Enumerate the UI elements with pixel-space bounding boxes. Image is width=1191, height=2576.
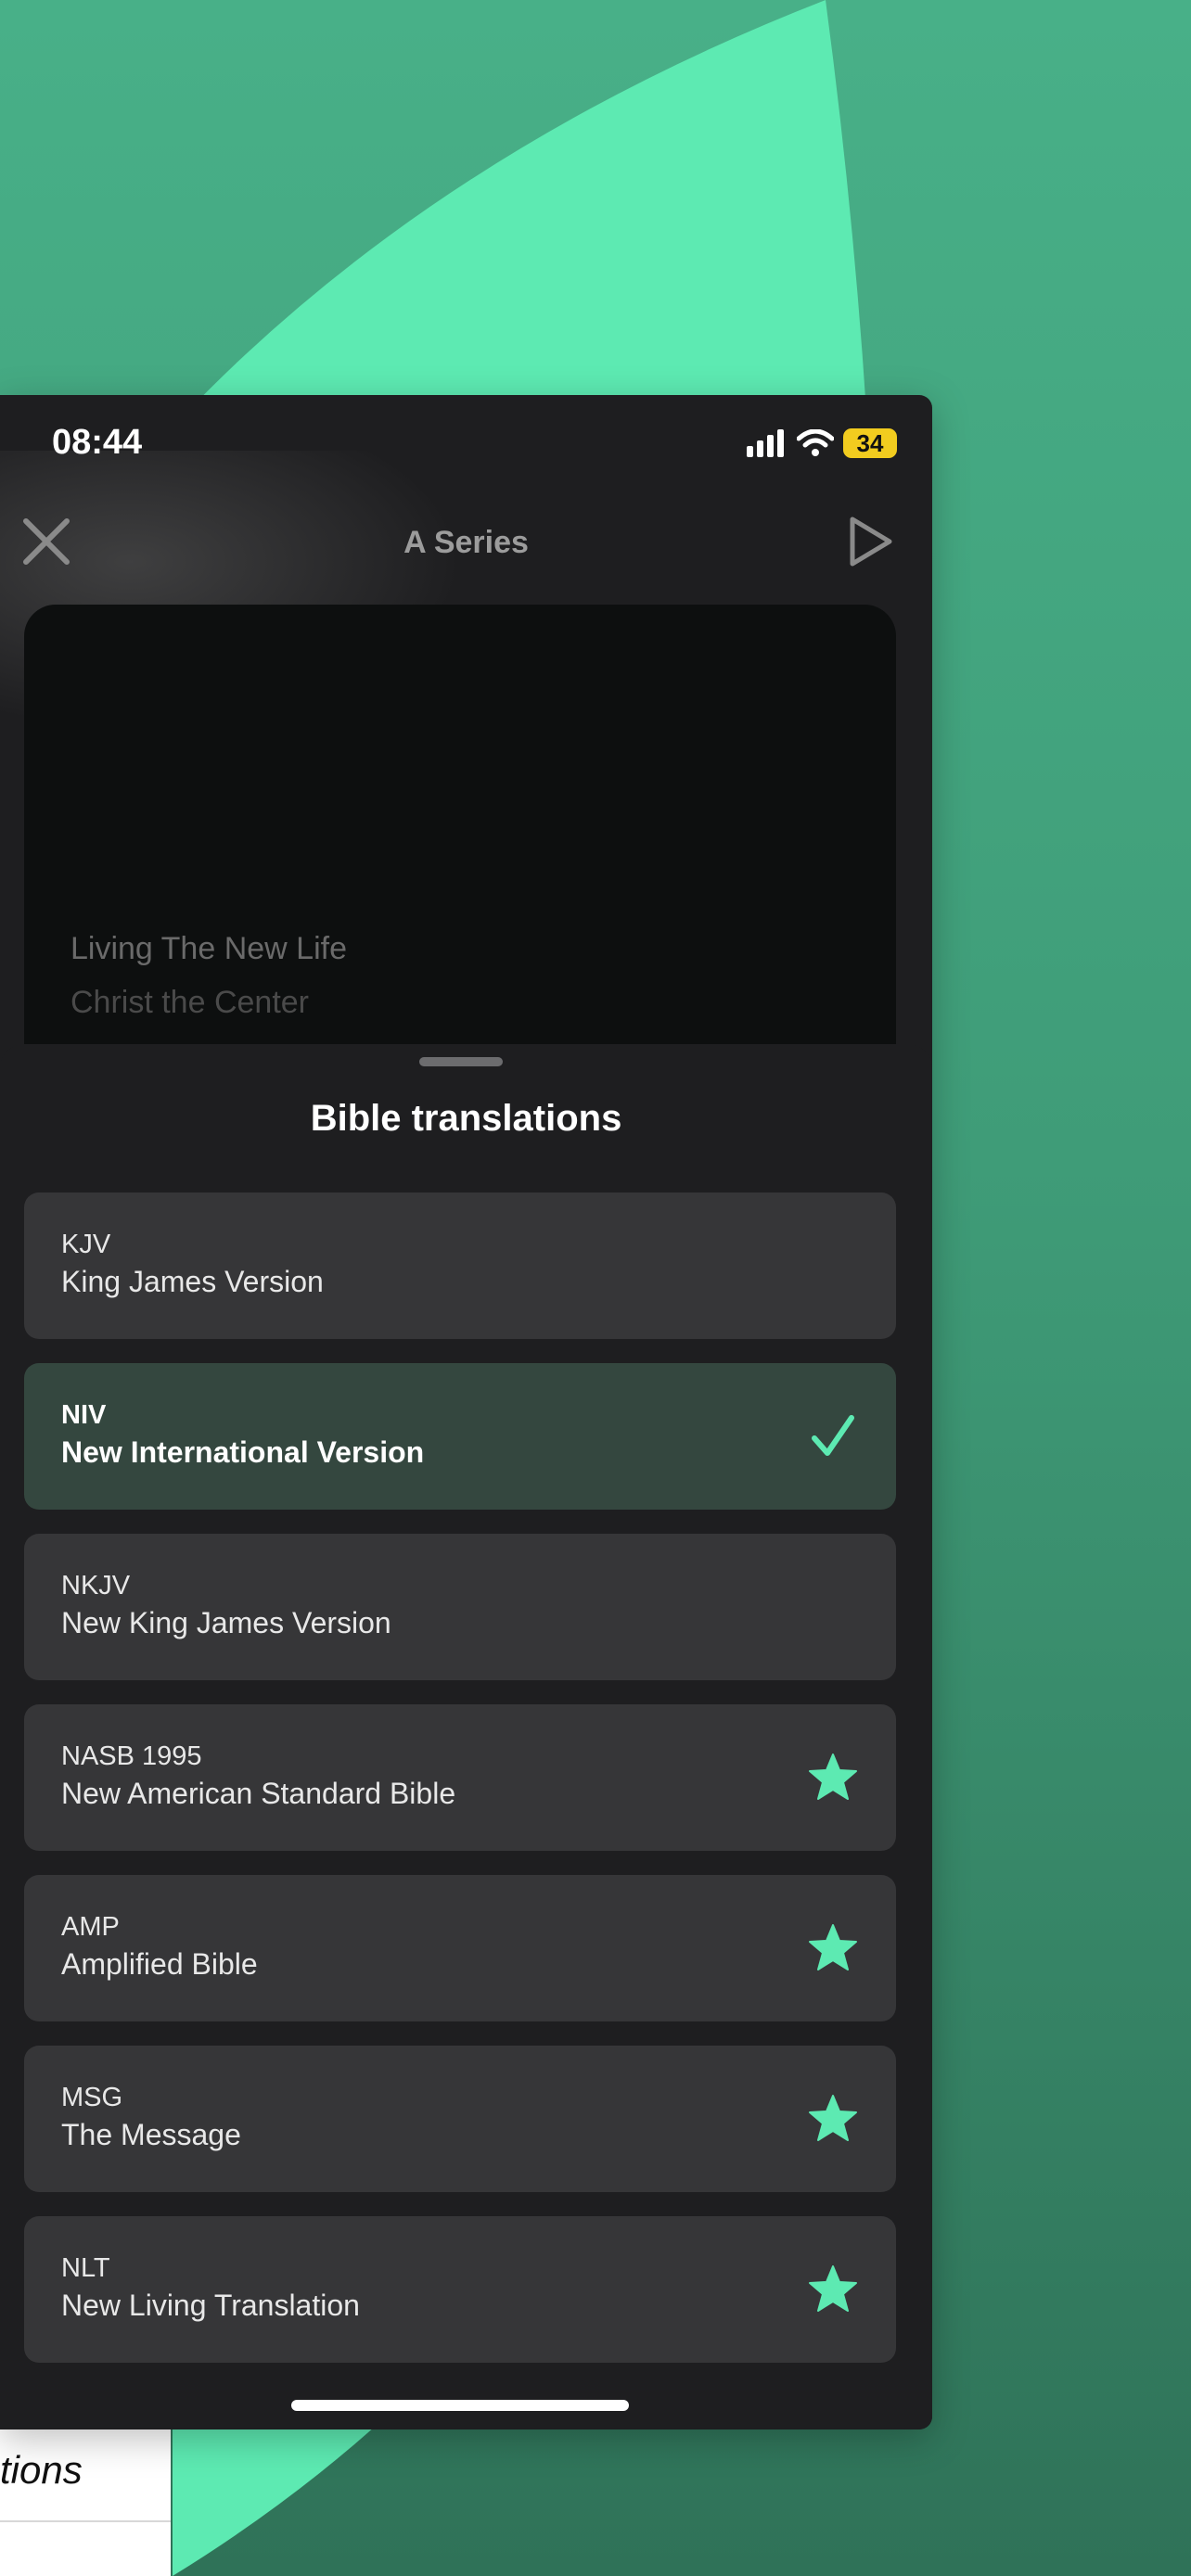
translation-abbr: NLT xyxy=(61,2253,110,2283)
translation-abbr: AMP xyxy=(61,1912,120,1942)
translation-item-amp[interactable]: AMP Amplified Bible xyxy=(24,1875,896,2021)
translation-list: KJV King James Version NIV New Internati… xyxy=(24,1192,896,2387)
bottom-sheet: Bible translations KJV King James Versio… xyxy=(0,1044,932,2429)
phone-screen: 08:44 34 A Series Living The New Life Ch… xyxy=(0,395,932,2429)
background-screen-divider xyxy=(0,2520,171,2522)
translation-name: Amplified Bible xyxy=(61,1947,258,1981)
star-icon xyxy=(809,2265,857,2312)
translation-abbr: NKJV xyxy=(61,1571,131,1600)
wifi-icon xyxy=(797,429,834,456)
battery-indicator: 34 xyxy=(843,428,897,458)
home-indicator xyxy=(291,2400,629,2411)
translation-item-niv[interactable]: NIV New International Version xyxy=(24,1363,896,1510)
star-icon xyxy=(809,1924,857,1970)
translation-name: The Message xyxy=(61,2118,241,2151)
play-icon[interactable] xyxy=(843,516,895,567)
translation-name: New Living Translation xyxy=(61,2289,360,2322)
background-screen-text: tions xyxy=(0,2448,83,2492)
sheet-title: Bible translations xyxy=(310,1098,622,1139)
signal-icon xyxy=(747,429,784,457)
translation-name: King James Version xyxy=(61,1265,324,1298)
translation-item-nasb-1995[interactable]: NASB 1995 New American Standard Bible xyxy=(24,1704,896,1851)
translation-abbr: NASB 1995 xyxy=(61,1741,202,1771)
star-icon xyxy=(809,2095,857,2141)
translation-item-msg[interactable]: MSG The Message xyxy=(24,2046,896,2192)
star-icon xyxy=(809,1753,857,1800)
translation-item-nkjv[interactable]: NKJV New King James Version xyxy=(24,1534,896,1680)
video-title: Living The New Life xyxy=(70,931,347,966)
translation-name: New American Standard Bible xyxy=(61,1777,456,1810)
translation-abbr: NIV xyxy=(61,1400,107,1430)
translation-abbr: MSG xyxy=(61,2083,123,2112)
translation-name: New International Version xyxy=(61,1435,425,1469)
sheet-grabber[interactable] xyxy=(419,1057,503,1066)
status-icons: 34 xyxy=(747,428,897,458)
translation-item-kjv[interactable]: KJV King James Version xyxy=(24,1192,896,1339)
translation-abbr: KJV xyxy=(61,1230,111,1259)
translation-name: New King James Version xyxy=(61,1606,391,1639)
video-subtitle: Christ the Center xyxy=(70,985,309,1020)
status-time: 08:44 xyxy=(52,423,143,462)
checkmark-icon xyxy=(812,1415,854,1456)
page-title: A Series xyxy=(403,525,529,560)
translation-item-nlt[interactable]: NLT New Living Translation xyxy=(24,2216,896,2363)
